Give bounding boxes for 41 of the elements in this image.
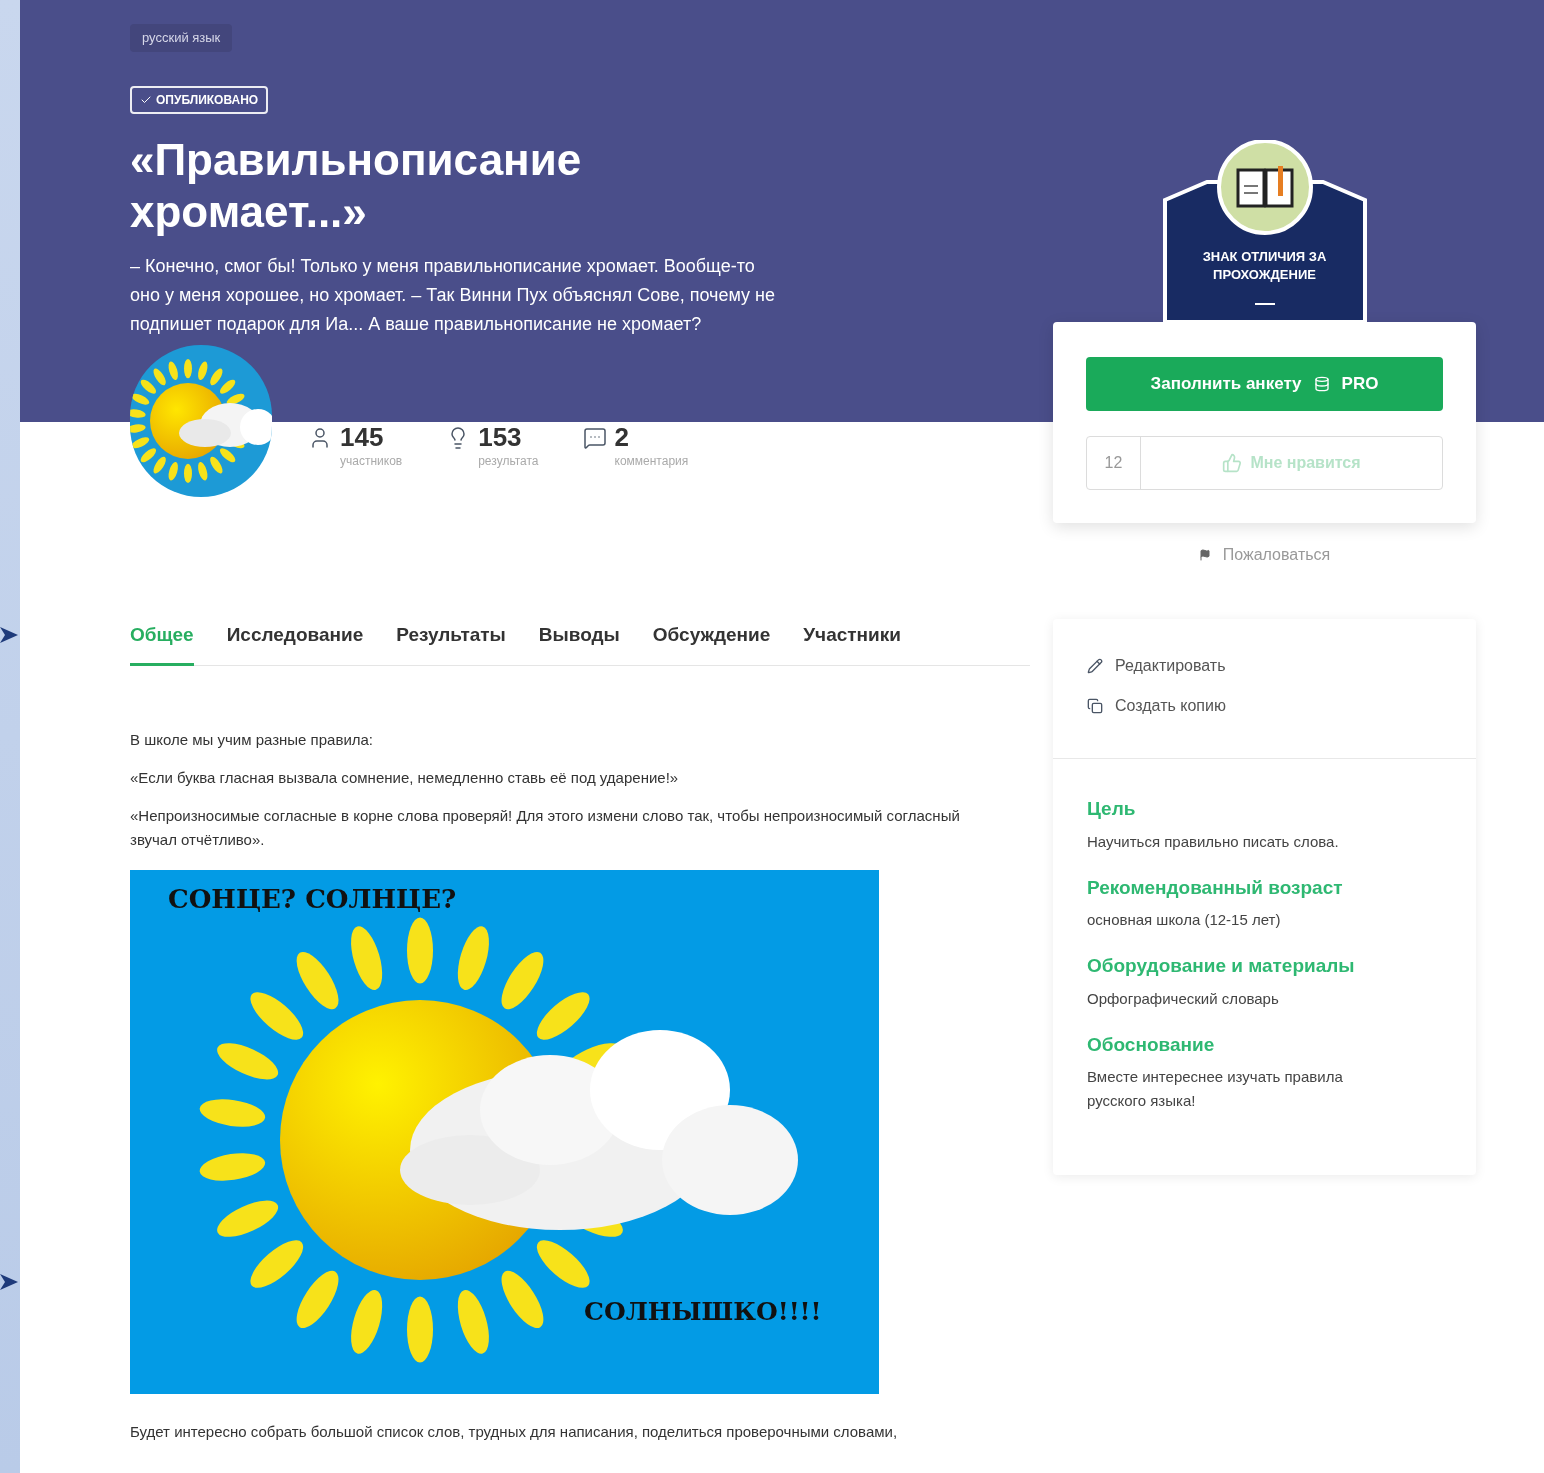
arrow-icon [0,625,18,645]
section-heading: Оборудование и материалы [1087,954,1356,978]
copy-icon [1087,698,1103,714]
stat-label: комментария [614,452,689,470]
section-heading: Обоснование [1087,1032,1216,1057]
section-text: Научиться правильно писать слова. [1087,831,1340,852]
tab[interactable]: Участники [803,620,901,666]
like-count: 12 [1087,437,1141,489]
section-text: основная школа (12-15 лет) [1087,910,1282,930]
illustration-caption: СОНЦЕ? СОЛНЦЕ? [168,883,457,916]
illustration-caption: СОЛНЫШКО!!!! [584,1296,822,1328]
stat-value: 153 [478,421,523,452]
speech-bubble-icon [582,425,607,450]
description: – Конечно, смог бы! Только у меня правильнописание хромает. Вообще-то оно у меня хорошее, но хромает. – Так Винни Пух объяснял Сове, почему не подпишет подарок для Иа... А ваше правильнописание не хромает? [130,254,776,336]
body-paragraph: «Если буква гласная вызвала сомнение, немедленно ставь её под ударение!» [130,768,680,788]
stat-label: участников [340,452,403,470]
flag-icon [1198,549,1211,561]
coins-icon [1313,376,1330,392]
section-text: Орфографический словарь [1087,988,1280,1009]
thumbs-up-icon [1222,453,1243,473]
section-text: Вместе интереснее изучать правила русского языка! [1087,1067,1344,1111]
section-heading: Рекомендованный возраст [1087,875,1344,900]
tab[interactable]: Результаты [396,620,506,666]
tab[interactable]: Выводы [538,620,620,666]
page-title: «Правильнописание хромает...» [130,133,583,238]
stat-label: результата [478,452,539,470]
tab[interactable]: Исследование [226,620,364,666]
badge-caption: ЗНАК ОТЛИЧИЯ ЗА ПРОХОЖДЕНИЕ [1201,248,1328,284]
published-badge: ОПУБЛИКОВАНО [130,85,269,114]
subject-tag[interactable]: русский язык [130,24,233,52]
pencil-icon [1087,658,1103,674]
action-link[interactable]: Редактировать [1087,654,1442,678]
section-heading: Цель [1087,797,1137,821]
arrow-icon [0,1272,18,1292]
body-paragraph: В школе мы учим разные правила: [130,730,375,750]
tab[interactable]: Обсуждение [652,620,771,666]
stat-value: 2 [614,421,630,452]
stat-value: 145 [340,421,385,452]
body-paragraph: «Непроизносимые согласные в корне слова проверяй! Для этого измени слово так, чтобы непроизносимый согласный звучал отчётливо». [130,806,961,850]
body-paragraph: Будет интересно собрать большой список слов, трудных для написания, поделиться проверочными словами, [130,1422,899,1442]
action-link[interactable]: Создать копию [1087,694,1442,718]
